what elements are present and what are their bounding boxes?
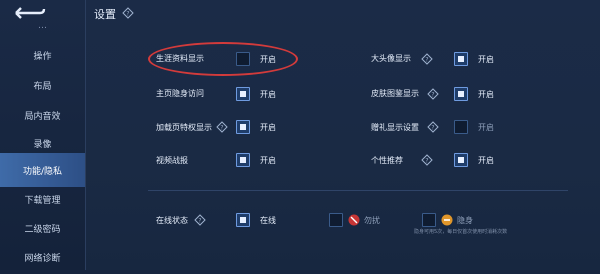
- help-icon-large-avatar[interactable]: ?: [421, 53, 433, 65]
- help-icon-online-status[interactable]: ?: [194, 214, 206, 226]
- status-online-label: 在线: [260, 216, 276, 225]
- invisible-note: 隐身可用5次，每日仅首次使用时消耗次数: [414, 229, 508, 235]
- radio-status-online[interactable]: [236, 213, 250, 227]
- checkbox-personal-recommend[interactable]: [454, 153, 468, 167]
- help-icon-personal-recommend[interactable]: ?: [421, 154, 433, 166]
- option-label-skin-collection: 皮肤图鉴显示: [371, 89, 419, 98]
- radio-status-invisible[interactable]: [422, 213, 436, 227]
- annotation-ellipse: [148, 42, 298, 76]
- svg-text:?: ?: [425, 56, 428, 63]
- svg-text:?: ?: [198, 217, 201, 224]
- help-icon-loading-privilege[interactable]: ?: [216, 121, 228, 133]
- option-label-video-report: 视频战报: [156, 156, 188, 165]
- settings-panel: 设置 ? 生涯资料显示 开启 大头像显示 ? 开启 主页隐身访问 开启 皮肤图鉴…: [86, 0, 600, 270]
- radio-status-dnd[interactable]: [329, 213, 343, 227]
- checkbox-skin-collection[interactable]: [454, 87, 468, 101]
- checkbox-large-avatar[interactable]: [454, 52, 468, 66]
- state-personal-recommend: 开启: [478, 156, 494, 165]
- state-large-avatar: 开启: [478, 55, 494, 64]
- help-icon-gift-display[interactable]: ?: [427, 121, 439, 133]
- invisible-icon: [441, 214, 453, 226]
- option-label-hidden-visit: 主页隐身访问: [156, 89, 204, 98]
- page-title: 设置: [94, 8, 116, 21]
- option-label-personal-recommend: 个性推荐: [371, 156, 403, 165]
- option-label-loading-privilege: 加载页特权显示: [156, 123, 212, 132]
- state-video-report: 开启: [260, 156, 276, 165]
- svg-text:?: ?: [126, 10, 129, 17]
- sidebar-item-controls[interactable]: 操作: [0, 38, 85, 72]
- sidebar-item-partial[interactable]: …: [0, 18, 85, 34]
- svg-text:?: ?: [431, 124, 434, 131]
- checkbox-hidden-visit[interactable]: [236, 87, 250, 101]
- status-invisible-label: 隐身: [457, 216, 473, 225]
- divider: [148, 190, 568, 191]
- checkbox-gift-display[interactable]: [454, 120, 468, 134]
- checkbox-loading-privilege[interactable]: [236, 120, 250, 134]
- option-label-large-avatar: 大头像显示: [371, 54, 411, 63]
- sidebar: … 操作 布局 局内音效 录像 功能/隐私 下载管理 二级密码 网络诊断: [0, 0, 86, 270]
- online-status-label: 在线状态: [156, 216, 188, 225]
- sidebar-item-layout[interactable]: 布局: [0, 68, 85, 102]
- svg-text:?: ?: [425, 157, 428, 164]
- sidebar-item-network-diagnosis[interactable]: 网络诊断: [0, 240, 85, 274]
- svg-text:?: ?: [220, 124, 223, 131]
- state-skin-collection: 开启: [478, 90, 494, 99]
- help-icon[interactable]: ?: [122, 7, 134, 19]
- state-gift-display: 开启: [478, 123, 494, 132]
- do-not-disturb-icon: [348, 214, 360, 226]
- state-hidden-visit: 开启: [260, 90, 276, 99]
- option-label-gift-display: 赠礼显示设置: [371, 123, 419, 132]
- checkbox-video-report[interactable]: [236, 153, 250, 167]
- state-loading-privilege: 开启: [260, 123, 276, 132]
- help-icon-skin-collection[interactable]: ?: [427, 88, 439, 100]
- svg-text:?: ?: [431, 91, 434, 98]
- status-dnd-label: 勿扰: [364, 216, 380, 225]
